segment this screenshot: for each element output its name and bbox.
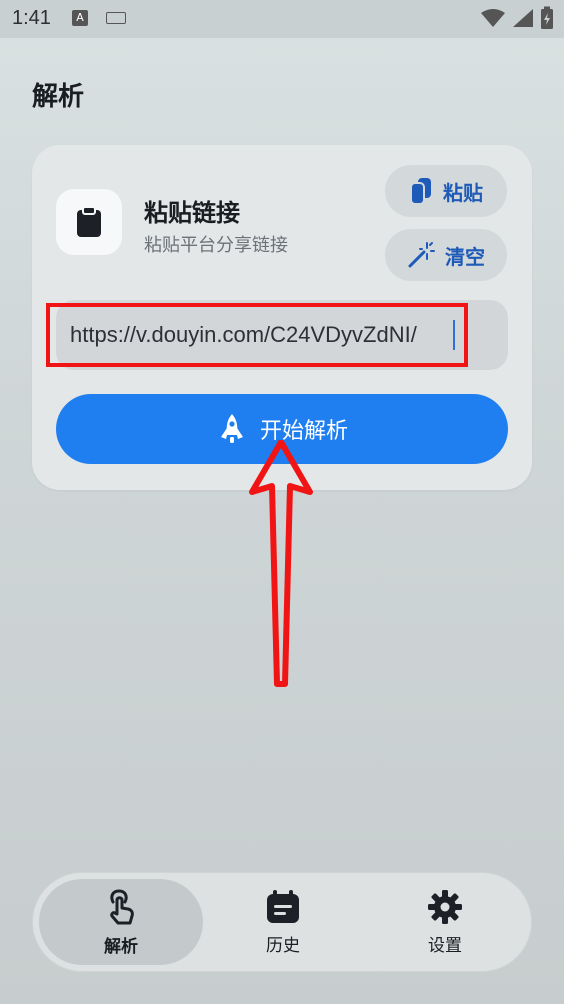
notification-a-icon: A — [72, 10, 88, 26]
battery-icon — [541, 6, 553, 29]
annotation-highlight-box — [46, 303, 468, 367]
paste-button[interactable]: 粘贴 — [385, 165, 507, 217]
signal-icon — [513, 9, 533, 27]
status-bar: 1:41 A — [0, 0, 564, 38]
clear-button-label: 清空 — [445, 244, 485, 269]
history-calendar-icon — [267, 889, 299, 923]
nav-item-history[interactable]: 历史 — [201, 879, 365, 965]
keyboard-icon — [106, 12, 126, 24]
bottom-nav: 解析 历史 设置 — [32, 872, 532, 972]
magic-wand-icon — [408, 242, 435, 268]
clipboard-icon — [77, 206, 101, 237]
clear-button[interactable]: 清空 — [385, 229, 507, 281]
nav-label-settings: 设置 — [428, 935, 462, 956]
nav-label-history: 历史 — [266, 935, 300, 956]
annotation-arrow — [249, 440, 313, 687]
gear-icon — [428, 889, 462, 924]
card-subtitle: 粘贴平台分享链接 — [144, 235, 288, 256]
nav-item-parse[interactable]: 解析 — [39, 879, 203, 965]
wifi-icon — [481, 9, 505, 27]
nav-label-parse: 解析 — [104, 936, 138, 957]
clipboard-tile — [56, 189, 122, 255]
paste-link-card: 粘贴链接 粘贴平台分享链接 粘贴 清空 开始解析 — [32, 145, 532, 490]
rocket-icon — [220, 414, 243, 443]
paste-button-label: 粘贴 — [443, 180, 483, 205]
page-title: 解析 — [32, 82, 85, 112]
paste-copy-icon — [410, 178, 431, 205]
card-title: 粘贴链接 — [144, 199, 240, 227]
nav-item-settings[interactable]: 设置 — [363, 879, 527, 965]
status-icons — [480, 6, 554, 30]
status-time: 1:41 — [12, 7, 51, 29]
touch-hand-icon — [110, 888, 134, 924]
